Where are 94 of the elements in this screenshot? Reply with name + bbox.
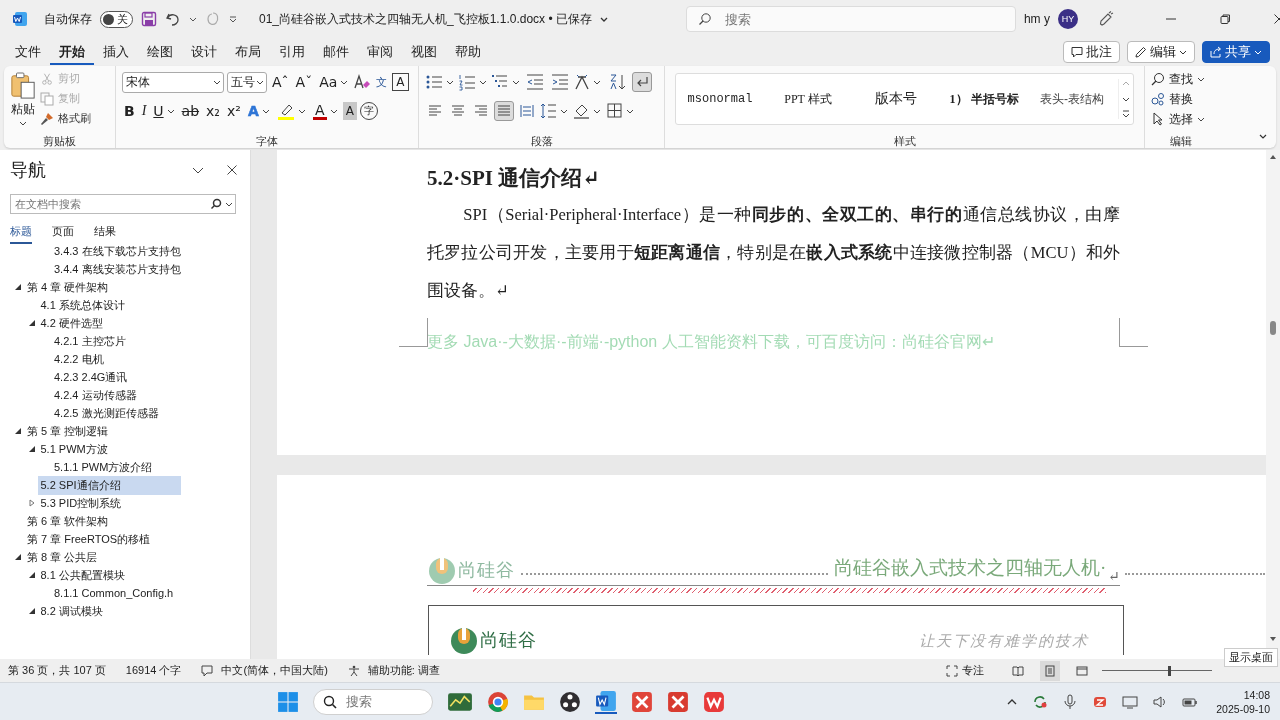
- paragraph-mark: ↵: [1108, 568, 1120, 585]
- script-button[interactable]: x₂: [204, 100, 222, 122]
- font-size-field[interactable]: 五号: [227, 71, 267, 93]
- font-size-button[interactable]: Aˆ: [270, 71, 291, 93]
- group-label: 剪贴板: [42, 134, 77, 148]
- focus-button[interactable]: 专注: [946, 663, 984, 678]
- change-case-button[interactable]: Aa: [317, 71, 351, 93]
- select-button[interactable]: 选择: [1151, 110, 1211, 128]
- heading-item[interactable]: 5.2 SPI通信介绍: [37, 475, 181, 495]
- language-label[interactable]: 中文(简体，中国大陆): [221, 663, 328, 678]
- character-border-button[interactable]: A: [392, 73, 409, 91]
- font-color-button[interactable]: A: [310, 100, 340, 122]
- text-effects-button[interactable]: A: [245, 100, 272, 122]
- clock-time[interactable]: 14:08: [1243, 687, 1270, 702]
- heading-item[interactable]: 5.1 PWM方波: [37, 439, 111, 459]
- comment-button[interactable]: 批注: [1063, 41, 1120, 63]
- page-count[interactable]: 第 36 页，共 107 页: [8, 663, 106, 678]
- heading-item[interactable]: 5.1.1 PWM方波介绍: [51, 457, 156, 477]
- group-label: 编辑: [1169, 134, 1193, 148]
- section-heading: 5.2·SPI 通信介绍↵: [427, 165, 601, 192]
- slogan-text: 让天下没有难学的技术: [919, 632, 1089, 651]
- share-button[interactable]: 共享: [1202, 41, 1270, 63]
- group-label: 字体: [255, 134, 279, 148]
- font-size-button[interactable]: Aˇ: [293, 71, 315, 93]
- font-name-field[interactable]: 宋体: [122, 71, 224, 93]
- group-label: 样式: [892, 134, 917, 148]
- style-option[interactable]: 表头-表结构: [1028, 79, 1116, 119]
- heading-item[interactable]: 第 5 章 控制逻辑: [24, 421, 112, 441]
- italic-button[interactable]: I: [139, 100, 149, 122]
- heading-item[interactable]: 8.1.1 Common_Config.h: [51, 585, 177, 601]
- heading-item[interactable]: 8.1 公共配置模块: [37, 565, 128, 585]
- group-label: 段落: [529, 134, 554, 148]
- heading-item[interactable]: 4.2.1 主控芯片: [51, 331, 129, 351]
- logo-text: 尚硅谷: [480, 629, 537, 652]
- ribbon-tab[interactable]: 邮件: [314, 39, 358, 65]
- tooltip: 显示桌面: [1224, 648, 1278, 667]
- style-option[interactable]: PPT 样式: [764, 79, 852, 119]
- pane-tab[interactable]: 页面: [52, 224, 74, 244]
- paste-button[interactable]: 粘贴: [10, 70, 36, 134]
- heading-item[interactable]: 4.2.5 激光测距传感器: [51, 403, 162, 423]
- heading-item[interactable]: 3.4.4 离线安装芯片支持包: [51, 259, 184, 279]
- word-count[interactable]: 16914 个字: [125, 663, 182, 678]
- logo-text: 尚硅谷: [458, 559, 515, 582]
- user-avatar[interactable]: HY: [1057, 9, 1078, 29]
- heading-item[interactable]: 第 8 章 公共层: [24, 547, 101, 567]
- ribbon-tab[interactable]: 帮助: [446, 39, 490, 65]
- heading-item[interactable]: 5.3 PID控制系统: [37, 493, 125, 513]
- heading-item[interactable]: 4.2 硬件选型: [37, 313, 106, 333]
- autosave-toggle[interactable]: 关: [100, 10, 133, 28]
- strikethrough-button[interactable]: ab: [179, 100, 202, 122]
- ribbon-tab[interactable]: 开始: [50, 39, 94, 65]
- footer-text: 更多 Java·-大数据·-前端·-python 人工智能资料下载，可百度访问：尚硅谷官网↵: [427, 332, 995, 352]
- underline-button[interactable]: U: [151, 100, 177, 122]
- heading-item[interactable]: 4.1 系统总体设计: [37, 295, 128, 315]
- user-name[interactable]: hm y: [1023, 12, 1050, 26]
- character-shading-button[interactable]: A: [342, 102, 357, 120]
- taskbar-search-field[interactable]: 搜索: [313, 688, 434, 715]
- clock-date[interactable]: 2025-09-10: [1216, 701, 1270, 716]
- heading-item[interactable]: 第 7 章 FreeRTOS的移植: [24, 529, 154, 549]
- ribbon-tab[interactable]: 布局: [226, 39, 270, 65]
- ribbon-tab[interactable]: 视图: [402, 39, 446, 65]
- ribbon-tab[interactable]: 绘图: [138, 39, 182, 65]
- painter-button[interactable]: 格式刷: [40, 110, 91, 127]
- pane-title: 导航: [10, 159, 46, 182]
- heading-item[interactable]: 4.2.2 电机: [51, 349, 107, 369]
- heading-item[interactable]: 第 6 章 软件架构: [24, 511, 112, 531]
- ribbon-tab[interactable]: 审阅: [358, 39, 402, 65]
- find-button[interactable]: 查找: [1151, 70, 1211, 88]
- ribbon-tab[interactable]: 设计: [182, 39, 226, 65]
- editing-button[interactable]: 编辑: [1127, 41, 1195, 63]
- replace-button[interactable]: 替换: [1151, 90, 1211, 108]
- autosave-label: 自动保存: [44, 10, 92, 28]
- header-title: 尚硅谷嵌入式技术之四轴无人机·: [833, 556, 1107, 580]
- bold-button[interactable]: B: [122, 100, 137, 122]
- style-option[interactable]: 版本号: [852, 79, 940, 119]
- document-title[interactable]: 01_尚硅谷嵌入式技术之四轴无人机_飞控板1.1.0.docx • 已保存: [259, 10, 592, 28]
- phonetic-guide-button[interactable]: 文: [374, 71, 390, 93]
- heading-item[interactable]: 3.4.3 在线下载芯片支持包: [51, 241, 184, 261]
- ribbon-tab[interactable]: 插入: [94, 39, 138, 65]
- search-field[interactable]: 搜索: [685, 6, 1016, 32]
- heading-item[interactable]: 8.2 调试模块: [37, 601, 106, 621]
- style-option[interactable]: msonormal: [676, 79, 764, 119]
- body-paragraph: SPI（Serial·Peripheral·Interface）是一种同步的、全双工的、串行的通信总线协议，由摩托罗拉公司开发，主要用于短距离通信，特别是在嵌入式系统中连接微控制器（MCU）和外围设备。↵: [427, 204, 1120, 302]
- heading-item[interactable]: 4.2.4 运动传感器: [51, 385, 140, 405]
- pane-tab[interactable]: 结果: [94, 224, 116, 244]
- document-search-field[interactable]: 在文档中搜索: [10, 194, 236, 214]
- ribbon-tab[interactable]: 文件: [6, 39, 50, 65]
- heading-item[interactable]: 第 4 章 硬件架构: [24, 277, 112, 297]
- pane-tab[interactable]: 标题: [10, 224, 32, 244]
- heading-item[interactable]: 4.2.3 2.4G通讯: [51, 367, 131, 387]
- script-button[interactable]: x²: [224, 100, 243, 122]
- style-option[interactable]: 1） 半括号标: [940, 79, 1028, 119]
- ribbon-tab[interactable]: 引用: [270, 39, 314, 65]
- accessibility-label[interactable]: 辅助功能: 调查: [367, 663, 440, 678]
